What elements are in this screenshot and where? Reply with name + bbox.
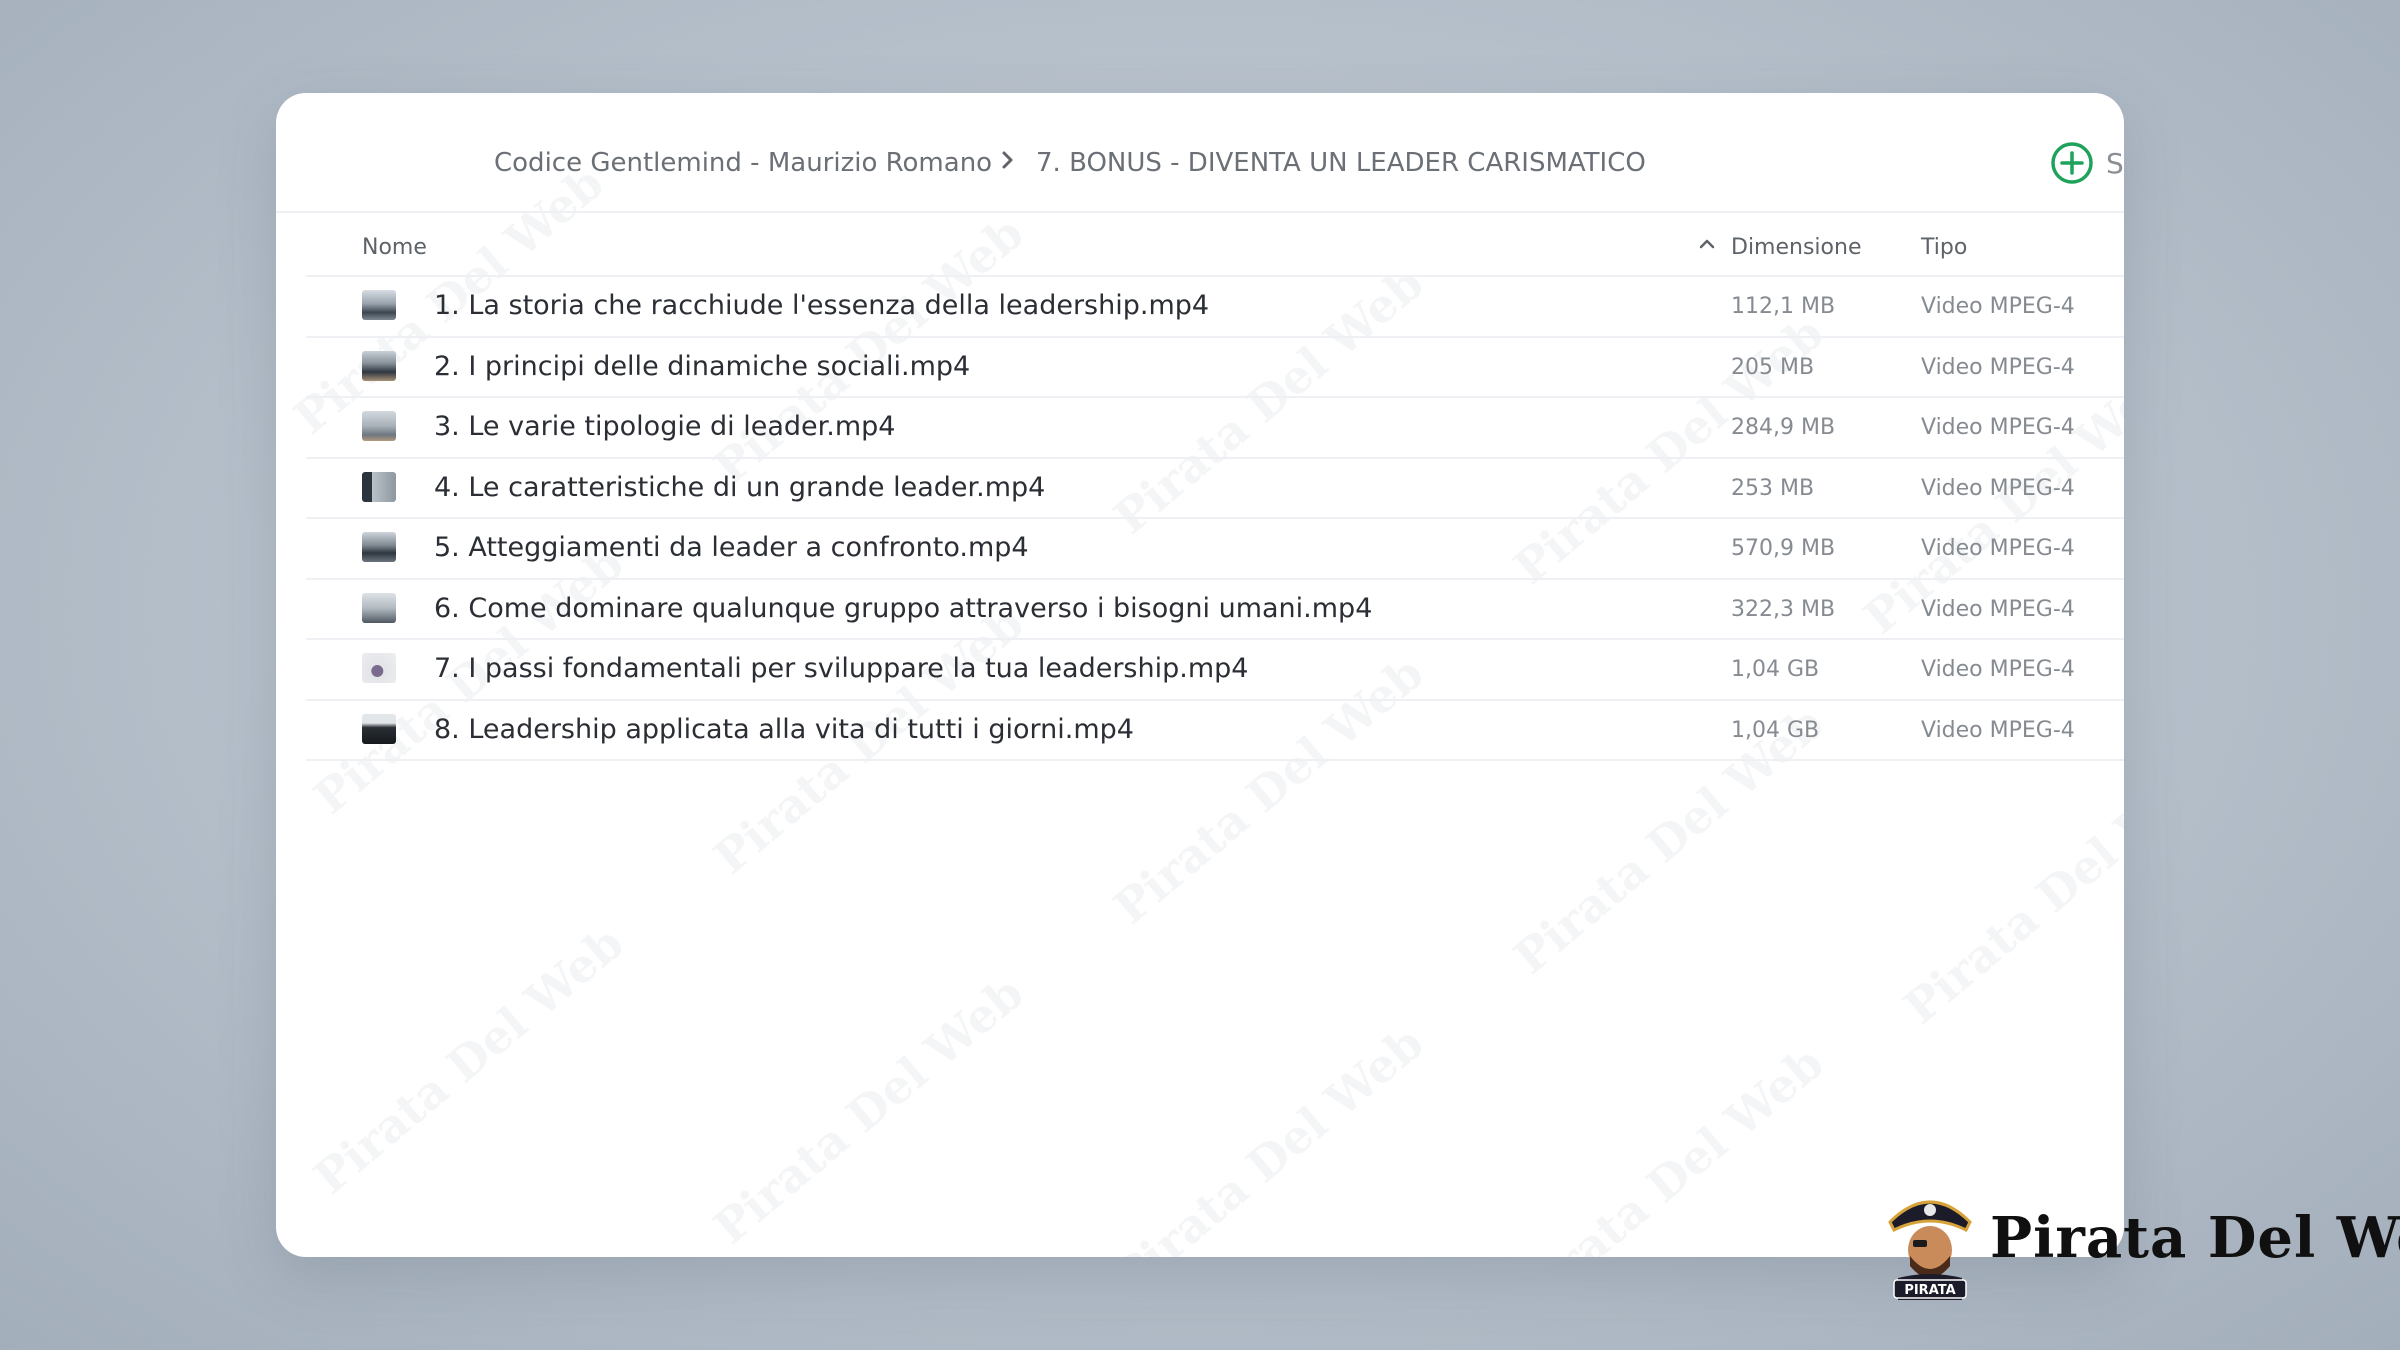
pirate-logo-icon: PIRATA — [1888, 1200, 1972, 1300]
watermark: Pirata Del Web — [303, 915, 634, 1205]
file-type: Video MPEG-4 — [1921, 475, 2075, 501]
file-browser-window: Pirata Del Web Pirata Del Web Pirata Del… — [276, 93, 2124, 1257]
top-bar: Codice Gentlemind - Maurizio Romano 7. B… — [276, 93, 2124, 213]
table-row[interactable]: 4. Le caratteristiche di un grande leade… — [306, 459, 2124, 519]
chevron-right-icon — [1002, 151, 1013, 169]
video-thumbnail-icon — [362, 350, 396, 381]
file-size: 1,04 GB — [1731, 657, 1820, 682]
plus-circle-icon — [2051, 142, 2093, 184]
table-row[interactable]: 6. Come dominare qualunque gruppo attrav… — [306, 580, 2124, 640]
breadcrumb-root[interactable]: Codice Gentlemind - Maurizio Romano — [494, 148, 992, 178]
watermark: Pirata Del Web — [703, 965, 1034, 1255]
file-name: 2. I principi delle dinamiche sociali.mp… — [434, 350, 971, 382]
file-size: 322,3 MB — [1731, 596, 1836, 622]
video-thumbnail-icon — [362, 713, 396, 744]
add-button-label: S — [2106, 146, 2124, 180]
video-thumbnail-icon — [362, 532, 396, 562]
video-thumbnail-icon — [362, 592, 396, 623]
file-type: Video MPEG-4 — [1921, 294, 2075, 319]
table-header: Nome Dimensione Tipo — [306, 213, 2124, 277]
file-size: 1,04 GB — [1731, 717, 1820, 743]
video-thumbnail-icon — [362, 653, 396, 683]
breadcrumb-current[interactable]: 7. BONUS - DIVENTA UN LEADER CARISMATICO — [1036, 148, 1646, 178]
video-thumbnail-icon — [362, 411, 396, 441]
table-row[interactable]: 8. Leadership applicata alla vita di tut… — [306, 701, 2124, 761]
watermark: Pirata Del Web — [1503, 1035, 1834, 1257]
file-name: 4. Le caratteristiche di un grande leade… — [434, 471, 1046, 503]
add-button[interactable]: S — [2050, 141, 2124, 185]
file-size: 570,9 MB — [1731, 536, 1836, 561]
file-size: 205 MB — [1731, 354, 1815, 380]
column-header-name[interactable]: Nome — [362, 235, 427, 260]
table-row[interactable]: 7. I passi fondamentali per sviluppare l… — [306, 640, 2124, 701]
file-type: Video MPEG-4 — [1921, 415, 2075, 440]
video-thumbnail-icon — [362, 471, 396, 502]
brand-logo-text: Pirata Del Web — [1990, 1205, 2400, 1271]
file-name: 7. I passi fondamentali per sviluppare l… — [434, 653, 1249, 684]
video-thumbnail-icon — [362, 290, 396, 320]
watermark: Pirata Del Web — [1893, 745, 2124, 1035]
column-header-type[interactable]: Tipo — [1921, 235, 1967, 260]
file-size: 112,1 MB — [1731, 294, 1836, 319]
file-type: Video MPEG-4 — [1921, 717, 2075, 743]
file-name: 5. Atteggiamenti da leader a confronto.m… — [434, 532, 1029, 563]
table-row[interactable]: 3. Le varie tipologie di leader.mp4 284,… — [306, 398, 2124, 459]
logo-badge-text: PIRATA — [1904, 1283, 1955, 1298]
file-name: 8. Leadership applicata alla vita di tut… — [434, 713, 1134, 745]
file-size: 284,9 MB — [1731, 415, 1836, 440]
file-name: 6. Come dominare qualunque gruppo attrav… — [434, 592, 1373, 624]
column-header-size[interactable]: Dimensione — [1731, 235, 1861, 260]
file-type: Video MPEG-4 — [1921, 596, 2075, 622]
table-row[interactable]: 5. Atteggiamenti da leader a confronto.m… — [306, 519, 2124, 580]
table-row[interactable]: 2. I principi delle dinamiche sociali.mp… — [306, 338, 2124, 398]
file-type: Video MPEG-4 — [1921, 536, 2075, 561]
file-name: 3. Le varie tipologie di leader.mp4 — [434, 411, 896, 442]
table-row[interactable]: 1. La storia che racchiude l'essenza del… — [306, 277, 2124, 338]
file-name: 1. La storia che racchiude l'essenza del… — [434, 290, 1210, 321]
watermark: Pirata Del Web — [1103, 1015, 1434, 1257]
file-type: Video MPEG-4 — [1921, 657, 2075, 682]
file-size: 253 MB — [1731, 475, 1815, 501]
sort-ascending-icon[interactable] — [1696, 233, 1718, 255]
file-type: Video MPEG-4 — [1921, 354, 2075, 380]
file-list: 1. La storia che racchiude l'essenza del… — [306, 277, 2124, 761]
